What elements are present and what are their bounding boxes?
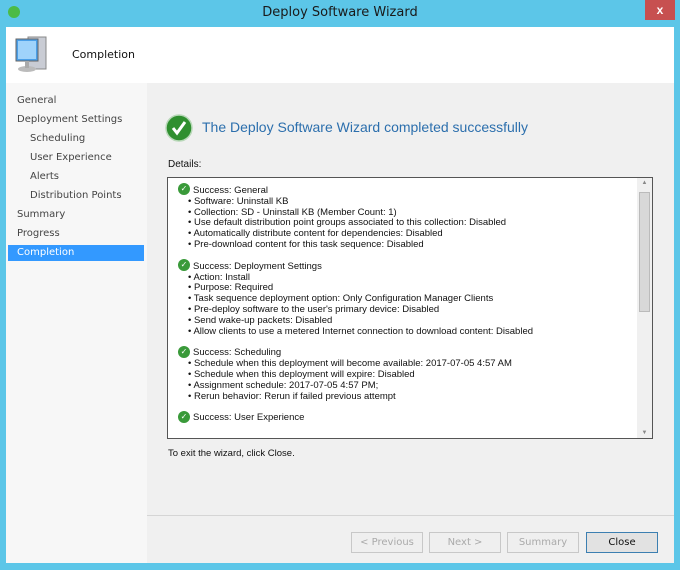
computer-icon bbox=[15, 36, 47, 72]
next-button[interactable]: Next > bbox=[429, 532, 501, 553]
scroll-up-icon[interactable]: ▲ bbox=[637, 180, 652, 186]
scroll-thumb[interactable] bbox=[639, 192, 650, 312]
detail-item: Allow clients to use a metered Internet … bbox=[188, 326, 533, 338]
title-bar: Deploy Software Wizard x bbox=[0, 0, 680, 27]
page-title: Completion bbox=[72, 48, 136, 61]
detail-item: Pre-download content for this task seque… bbox=[188, 239, 533, 251]
success-icon: ✓ bbox=[178, 410, 190, 423]
nav-progress[interactable]: Progress bbox=[8, 226, 144, 242]
detail-item: Send wake-up packets: Disabled bbox=[188, 315, 533, 327]
close-window-button[interactable]: x bbox=[645, 0, 675, 20]
success-icon: ✓ bbox=[178, 345, 190, 358]
wizard-header: Completion bbox=[6, 27, 674, 83]
nav-summary[interactable]: Summary bbox=[8, 207, 144, 223]
success-check-icon bbox=[165, 114, 193, 142]
detail-item: Assignment schedule: 2017-07-05 4:57 PM; bbox=[188, 380, 533, 392]
details-box: ✓Success: General Software: Uninstall KB… bbox=[167, 177, 653, 439]
detail-item: Rerun behavior: Rerun if failed previous… bbox=[188, 391, 533, 403]
nav-scheduling[interactable]: Scheduling bbox=[8, 131, 144, 147]
nav-deployment-settings[interactable]: Deployment Settings bbox=[8, 112, 144, 128]
main-panel: The Deploy Software Wizard completed suc… bbox=[147, 83, 674, 563]
section-title: Success: Deployment Settings bbox=[193, 260, 322, 272]
nav-distribution-points[interactable]: Distribution Points bbox=[8, 188, 144, 204]
details-scrollbar[interactable]: ▲ ▼ bbox=[637, 178, 652, 438]
window-title: Deploy Software Wizard bbox=[262, 5, 418, 20]
success-icon: ✓ bbox=[178, 183, 190, 196]
scroll-down-icon[interactable]: ▼ bbox=[637, 430, 652, 436]
close-button[interactable]: Close bbox=[586, 532, 658, 553]
section-general: ✓Success: General Software: Uninstall KB… bbox=[178, 183, 533, 251]
section-scheduling: ✓Success: Scheduling Schedule when this … bbox=[178, 345, 533, 403]
exit-instructions: To exit the wizard, click Close. bbox=[168, 448, 295, 459]
nav-completion[interactable]: Completion bbox=[8, 245, 144, 261]
previous-button[interactable]: < Previous bbox=[351, 532, 423, 553]
summary-button[interactable]: Summary bbox=[507, 532, 579, 553]
section-title: Success: User Experience bbox=[193, 412, 305, 424]
completion-headline: The Deploy Software Wizard completed suc… bbox=[202, 119, 529, 135]
divider bbox=[147, 515, 674, 516]
nav-user-experience[interactable]: User Experience bbox=[8, 150, 144, 166]
wizard-nav: General Deployment Settings Scheduling U… bbox=[6, 83, 147, 563]
section-deployment-settings: ✓Success: Deployment Settings Action: In… bbox=[178, 259, 533, 338]
nav-general[interactable]: General bbox=[8, 93, 144, 109]
section-user-experience: ✓ Success: User Experience bbox=[178, 410, 533, 424]
detail-item: Software: Uninstall KB bbox=[188, 196, 533, 208]
details-label: Details: bbox=[168, 159, 202, 170]
nav-alerts[interactable]: Alerts bbox=[8, 169, 144, 185]
success-icon: ✓ bbox=[178, 259, 190, 272]
